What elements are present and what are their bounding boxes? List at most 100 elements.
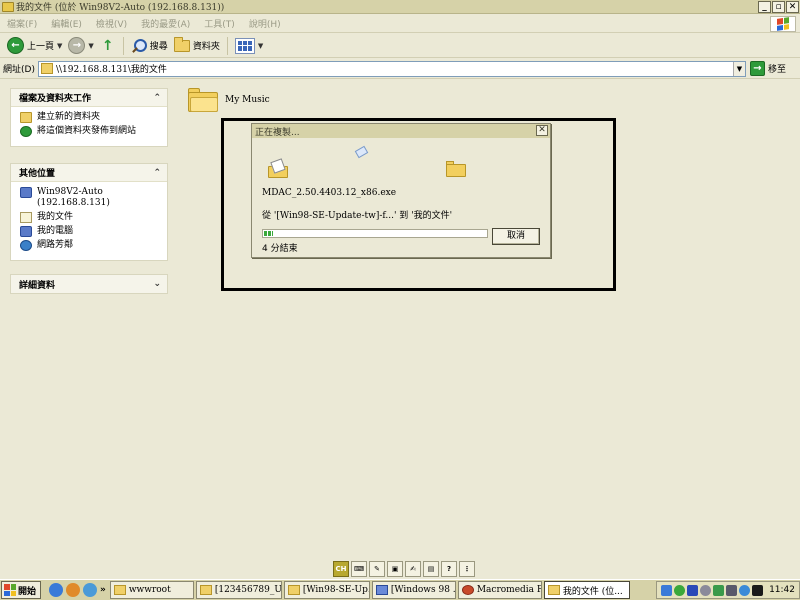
- input-language-indicator[interactable]: CH: [333, 561, 349, 577]
- collapse-icon[interactable]: ⌃: [153, 93, 161, 103]
- ie-icon[interactable]: [49, 583, 63, 597]
- dialog-close-button[interactable]: ✕: [536, 125, 548, 136]
- start-button[interactable]: 開始: [1, 581, 41, 599]
- menu-edit[interactable]: 編輯(E): [44, 17, 89, 30]
- keyboard-icon[interactable]: ⌨: [351, 561, 367, 577]
- back-arrow-icon: ←: [7, 37, 24, 54]
- back-dropdown-icon[interactable]: ▼: [57, 42, 62, 50]
- folder-icon: [2, 1, 14, 12]
- up-button[interactable]: ↑: [97, 35, 119, 57]
- maximize-button[interactable]: ▫: [772, 0, 785, 13]
- go-label: 移至: [767, 65, 786, 75]
- help-icon[interactable]: ?: [441, 561, 457, 577]
- window-titlebar[interactable]: 我的文件 (位於 Win98V2-Auto (192.168.8.131)) _…: [0, 0, 800, 14]
- folders-button[interactable]: 資料夾: [171, 35, 223, 57]
- place-my-computer-link[interactable]: 我的電腦: [20, 226, 167, 237]
- new-folder-icon: [20, 112, 32, 123]
- folder-icon: [547, 585, 560, 595]
- my-music-label[interactable]: My Music: [225, 95, 270, 105]
- handwriting-icon[interactable]: ✍: [405, 561, 421, 577]
- network-places-icon: [20, 240, 32, 251]
- start-label: 開始: [18, 586, 37, 597]
- forward-arrow-icon: →: [68, 37, 86, 54]
- link-label: 網路芳鄰: [37, 240, 74, 250]
- link-label: 建立新的資料夾: [37, 112, 101, 122]
- panel-title: 其他位置: [19, 169, 56, 179]
- folder-icon: [113, 585, 126, 595]
- back-label: 上一頁: [27, 42, 55, 52]
- ime-pad-icon[interactable]: ▤: [423, 561, 439, 577]
- forward-dropdown-icon[interactable]: ▼: [88, 42, 93, 50]
- address-input[interactable]: \\192.168.8.131\我的文件 ▼: [37, 60, 746, 77]
- views-dropdown-icon[interactable]: ▼: [258, 42, 263, 50]
- other-places-panel: 其他位置 ⌃ Win98V2-Auto (192.168.8.131) 我的文件…: [10, 163, 168, 261]
- volume-tray-icon[interactable]: [700, 584, 712, 596]
- panel-title: 詳細資料: [19, 280, 56, 291]
- device-tray-icon[interactable]: [726, 584, 738, 596]
- menu-view[interactable]: 檢視(V): [89, 17, 134, 30]
- task-pane: 檔案及資料夾工作 ⌃ 建立新的資料夾 將這個資料夾發佈到網站 其他位置 ⌃ Wi…: [0, 80, 178, 558]
- my-music-folder-icon[interactable]: [188, 88, 218, 112]
- place-computer-link[interactable]: Win98V2-Auto (192.168.8.131): [20, 187, 167, 209]
- taskbar-item[interactable]: [Win98-SE-Up...: [283, 581, 370, 599]
- tablet-icon[interactable]: ▣: [387, 561, 403, 577]
- make-new-folder-link[interactable]: 建立新的資料夾: [20, 112, 167, 123]
- place-network-link[interactable]: 網路芳鄰: [20, 240, 167, 251]
- media-player-icon[interactable]: [66, 583, 80, 597]
- close-button[interactable]: ✕: [786, 0, 799, 13]
- network-tray-icon[interactable]: [661, 584, 673, 596]
- details-header[interactable]: 詳細資料 ⌄: [11, 275, 167, 293]
- menu-help[interactable]: 說明(H): [242, 17, 288, 30]
- system-tray: 11:42: [656, 581, 800, 599]
- folder-icon: [287, 585, 300, 595]
- publish-folder-link[interactable]: 將這個資料夾發佈到網站: [20, 126, 167, 137]
- taskbar-item[interactable]: [123456789_U...: [195, 581, 282, 599]
- expand-icon[interactable]: ⌄: [153, 279, 161, 289]
- my-documents-icon: [20, 212, 32, 223]
- address-dropdown-icon[interactable]: ▼: [732, 61, 745, 76]
- go-button[interactable]: → 移至: [749, 61, 786, 76]
- security-tray-icon[interactable]: [674, 584, 686, 596]
- time-remaining: 4 分結束: [262, 244, 298, 254]
- more-quicklaunch-button[interactable]: »: [100, 585, 106, 595]
- views-button[interactable]: ▼: [232, 35, 266, 57]
- forward-button[interactable]: → ▼: [65, 35, 96, 57]
- ime-tray-icon[interactable]: [752, 584, 764, 596]
- taskbar-item[interactable]: wwwroot: [109, 581, 194, 599]
- copy-from-to: 從 '[Win98-SE-Update-tw]-f...' 到 '我的文件': [262, 211, 453, 221]
- menu-tools[interactable]: 工具(T): [197, 17, 242, 30]
- taskbar-item-active[interactable]: 我的文件 (位...: [543, 581, 630, 599]
- details-panel: 詳細資料 ⌄: [10, 274, 168, 294]
- folder-content[interactable]: My Music 正在複製... ✕ MDAC_2.50.4403.12_x86…: [178, 80, 800, 558]
- other-places-header[interactable]: 其他位置 ⌃: [11, 164, 167, 182]
- toolbar-separator: [122, 36, 124, 55]
- minimize-button[interactable]: _: [758, 0, 771, 13]
- taskbar-item[interactable]: [Windows 98 ...: [371, 581, 456, 599]
- windows-flag-icon: [777, 17, 789, 31]
- pen-icon[interactable]: ✎: [369, 561, 385, 577]
- link-label: 我的文件: [37, 212, 74, 222]
- back-button[interactable]: ← 上一頁 ▼: [4, 35, 65, 57]
- dialog-titlebar[interactable]: 正在複製... ✕: [252, 124, 550, 138]
- update-tray-icon[interactable]: [713, 584, 725, 596]
- place-my-documents-link[interactable]: 我的文件: [20, 212, 167, 223]
- collapse-icon[interactable]: ⌃: [153, 168, 161, 178]
- taskbar: 開始 » wwwroot [123456789_U... [Win98-SE-U…: [0, 579, 800, 600]
- folders-icon: [173, 36, 190, 52]
- outlook-icon[interactable]: [83, 583, 97, 597]
- messenger-tray-icon[interactable]: [739, 584, 751, 596]
- file-folder-tasks-header[interactable]: 檔案及資料夾工作 ⌃: [11, 89, 167, 107]
- go-arrow-icon: →: [749, 61, 765, 76]
- cancel-button[interactable]: 取消: [492, 228, 540, 245]
- options-icon[interactable]: ⋮: [459, 561, 475, 577]
- folder-icon: [199, 585, 212, 595]
- up-folder-icon: ↑: [101, 37, 114, 54]
- windows-flag-icon: [4, 584, 16, 596]
- antivirus-tray-icon[interactable]: [687, 584, 699, 596]
- search-button[interactable]: 搜尋: [128, 35, 171, 57]
- macromedia-icon: [461, 585, 474, 595]
- taskbar-item[interactable]: Macromedia Fi...: [457, 581, 542, 599]
- clock[interactable]: 11:42: [769, 585, 795, 595]
- menu-favorites[interactable]: 我的最愛(A): [134, 17, 197, 30]
- menu-file[interactable]: 檔案(F): [0, 17, 44, 30]
